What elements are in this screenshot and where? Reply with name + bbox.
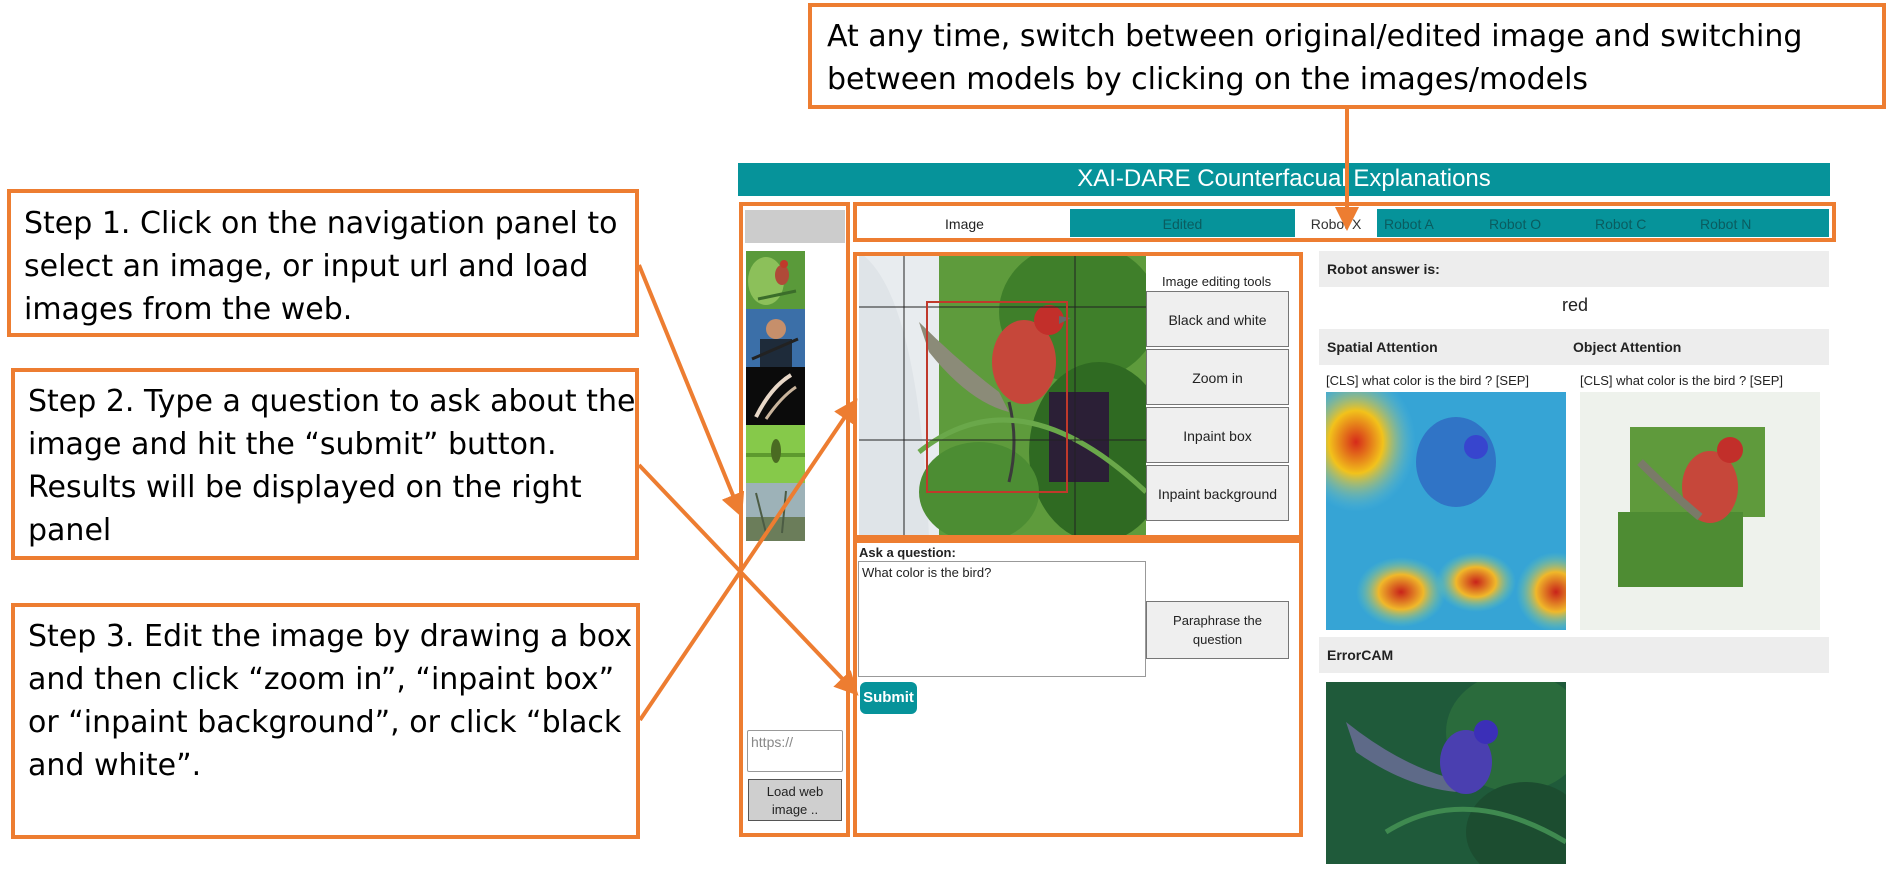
callout-line: Results will be displayed on the right bbox=[28, 470, 582, 505]
errorcam-image bbox=[1326, 682, 1566, 864]
callout-line: images from the web. bbox=[24, 292, 353, 327]
errorcam-label: ErrorCAM bbox=[1327, 647, 1394, 663]
callout-line: panel bbox=[28, 513, 112, 548]
callout-line: and white”. bbox=[28, 748, 202, 783]
callout-line: or “inpaint background”, or click “black bbox=[28, 705, 622, 740]
callout-line: At any time, switch between original/edi… bbox=[827, 19, 1803, 54]
callout-line: select an image, or input url and load bbox=[24, 249, 589, 284]
callout-step3: Step 3. Edit the image by drawing a box … bbox=[11, 603, 640, 839]
app-title: XAI-DARE Counterfacual Explanations bbox=[1077, 165, 1491, 192]
robot-answer-label: Robot answer is: bbox=[1327, 261, 1440, 277]
sidebar-highlight bbox=[739, 202, 850, 837]
callout-step1: Step 1. Click on the navigation panel to… bbox=[7, 189, 639, 337]
object-attention-label: Object Attention bbox=[1573, 339, 1682, 355]
robot-answer-header: Robot answer is: bbox=[1319, 251, 1829, 287]
attention-header: Spatial Attention Object Attention bbox=[1319, 329, 1829, 365]
spatial-attention-label: Spatial Attention bbox=[1327, 339, 1438, 355]
app-title-bar: XAI-DARE Counterfacual Explanations bbox=[738, 163, 1830, 196]
callout-line: Step 3. Edit the image by drawing a box bbox=[28, 619, 633, 654]
object-attention-map bbox=[1580, 392, 1820, 630]
object-attention-caption: [CLS] what color is the bird ? [SEP] bbox=[1580, 373, 1784, 388]
question-highlight bbox=[853, 539, 1303, 837]
spatial-attention-map bbox=[1326, 392, 1566, 630]
arrow-step1-to-sidebar bbox=[637, 264, 745, 518]
tab-bar-highlight bbox=[853, 202, 1836, 242]
callout-line: Step 1. Click on the navigation panel to bbox=[24, 206, 618, 241]
object-attention-image bbox=[1580, 392, 1820, 630]
callout-line: between models by clicking on the images… bbox=[827, 62, 1589, 97]
spatial-attention-caption: [CLS] what color is the bird ? [SEP] bbox=[1326, 373, 1530, 388]
spatial-heatmap-image bbox=[1326, 392, 1566, 630]
callout-step2: Step 2. Type a question to ask about the… bbox=[11, 368, 639, 560]
callout-line: Step 2. Type a question to ask about the bbox=[28, 384, 636, 419]
editor-highlight bbox=[853, 252, 1303, 539]
robot-answer-value: red bbox=[1561, 295, 1588, 315]
errorcam-header: ErrorCAM bbox=[1319, 637, 1829, 673]
callout-switch-images-models: At any time, switch between original/edi… bbox=[808, 3, 1886, 109]
errorcam-map bbox=[1326, 682, 1566, 864]
callout-line: image and hit the “submit” button. bbox=[28, 427, 557, 462]
callout-line: and then click “zoom in”, “inpaint box” bbox=[28, 662, 615, 697]
